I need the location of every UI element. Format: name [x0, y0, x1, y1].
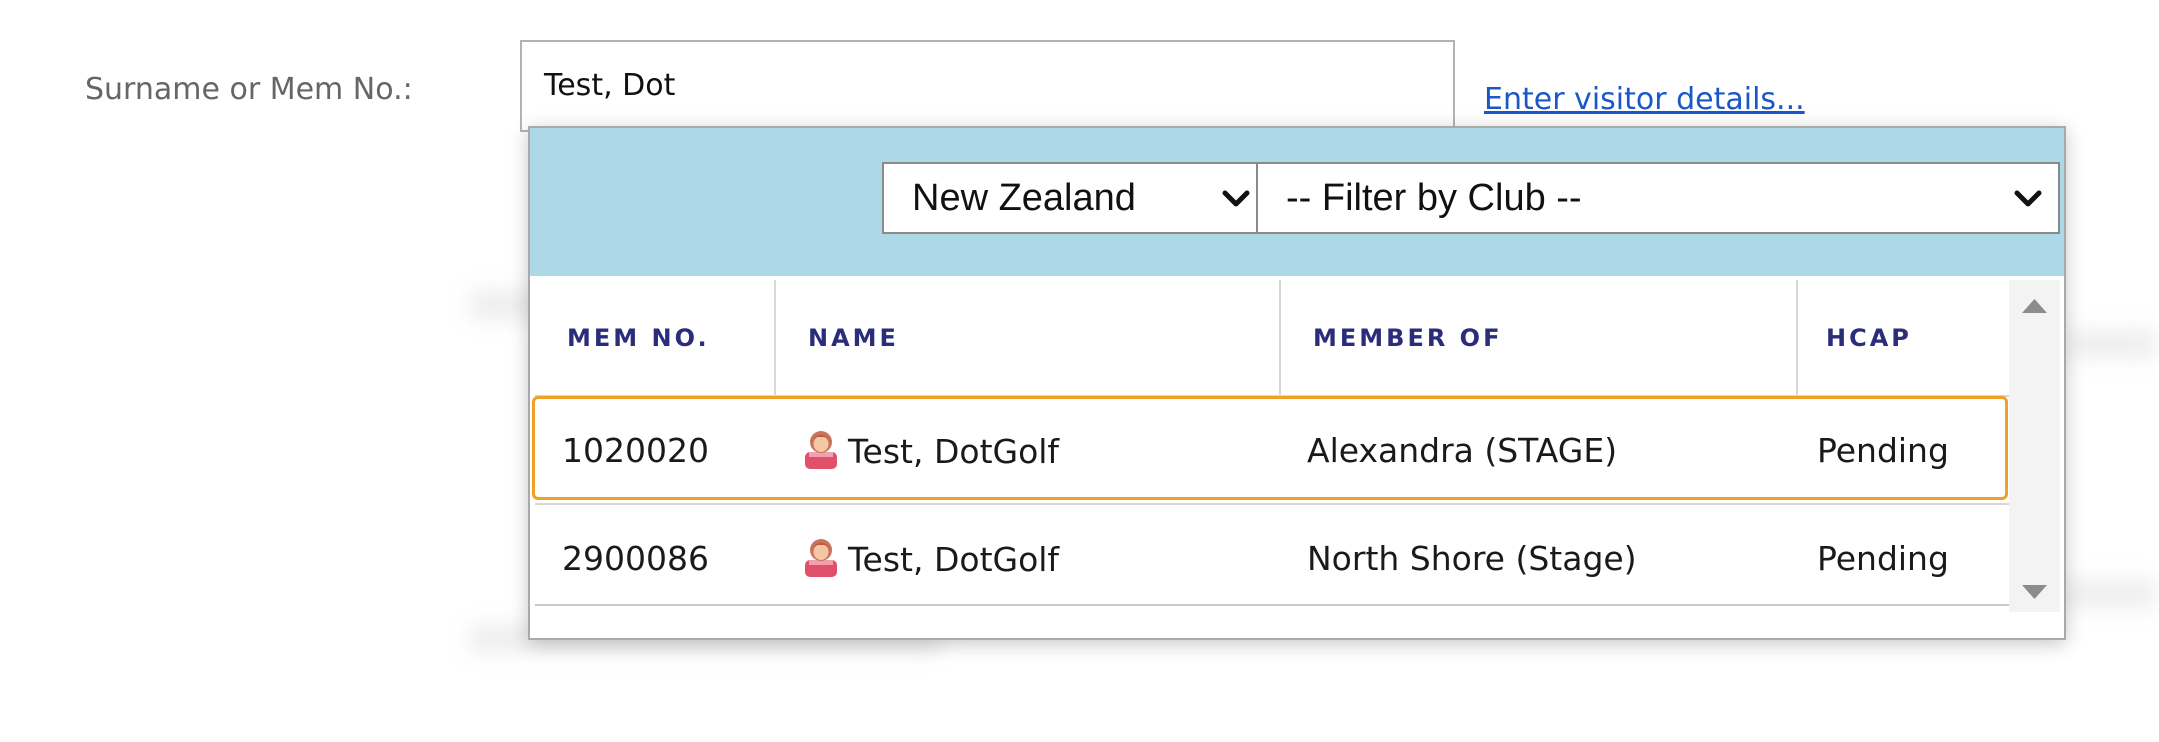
enter-visitor-details-link[interactable]: Enter visitor details...: [1484, 82, 1805, 117]
table-row[interactable]: 1020020 Test, DotGolf Alexandra (STAGE) …: [535, 396, 2009, 504]
mem-no-cell: 2900086: [562, 539, 709, 578]
background-shadow: [2066, 580, 2156, 608]
surname-label: Surname or Mem No.:: [85, 72, 413, 107]
mem-no-cell: 1020020: [562, 430, 709, 470]
table-divider: [535, 604, 2009, 606]
country-select[interactable]: New Zealand: [882, 162, 1268, 234]
filter-bar: New Zealand -- Filter by Club --: [530, 128, 2064, 276]
club-select-value: -- Filter by Club --: [1286, 177, 1582, 219]
member-results-table: MEM NO. NAME MEMBER OF HCAP 1020020 Test…: [535, 280, 2009, 612]
vertical-scrollbar[interactable]: [2009, 280, 2060, 612]
column-header-name[interactable]: NAME: [775, 280, 1281, 396]
column-header-mem-no[interactable]: MEM NO.: [535, 280, 776, 396]
scroll-down-arrow-icon[interactable]: [2009, 572, 2060, 612]
scroll-up-arrow-icon[interactable]: [2009, 286, 2060, 326]
chevron-down-icon: [1222, 190, 1250, 207]
chevron-down-icon: [2014, 190, 2042, 207]
name-cell: Test, DotGolf: [775, 504, 1280, 612]
member-of-cell: North Shore (Stage): [1307, 539, 1637, 578]
member-of-cell: Alexandra (STAGE): [1307, 430, 1618, 470]
member-name: Test, DotGolf: [848, 431, 1060, 471]
hcap-cell: Pending: [1817, 539, 1949, 578]
country-select-value: New Zealand: [912, 177, 1136, 219]
background-shadow: [2066, 330, 2156, 358]
female-person-icon: [805, 430, 837, 469]
column-header-member-of[interactable]: MEMBER OF: [1280, 280, 1798, 396]
table-row[interactable]: 2900086 Test, DotGolf North Shore (Stage…: [535, 504, 2009, 612]
surname-search-input[interactable]: Test, Dot: [520, 40, 1455, 132]
female-person-icon: [805, 539, 837, 577]
table-header-row: MEM NO. NAME MEMBER OF HCAP: [535, 280, 2009, 396]
hcap-cell: Pending: [1817, 430, 1949, 470]
member-search-dropdown: New Zealand -- Filter by Club -- MEM NO.…: [528, 126, 2066, 640]
club-filter-select[interactable]: -- Filter by Club --: [1256, 162, 2060, 234]
column-header-hcap[interactable]: HCAP: [1797, 280, 2009, 396]
name-cell: Test, DotGolf: [775, 396, 1280, 504]
member-name: Test, DotGolf: [848, 540, 1060, 579]
